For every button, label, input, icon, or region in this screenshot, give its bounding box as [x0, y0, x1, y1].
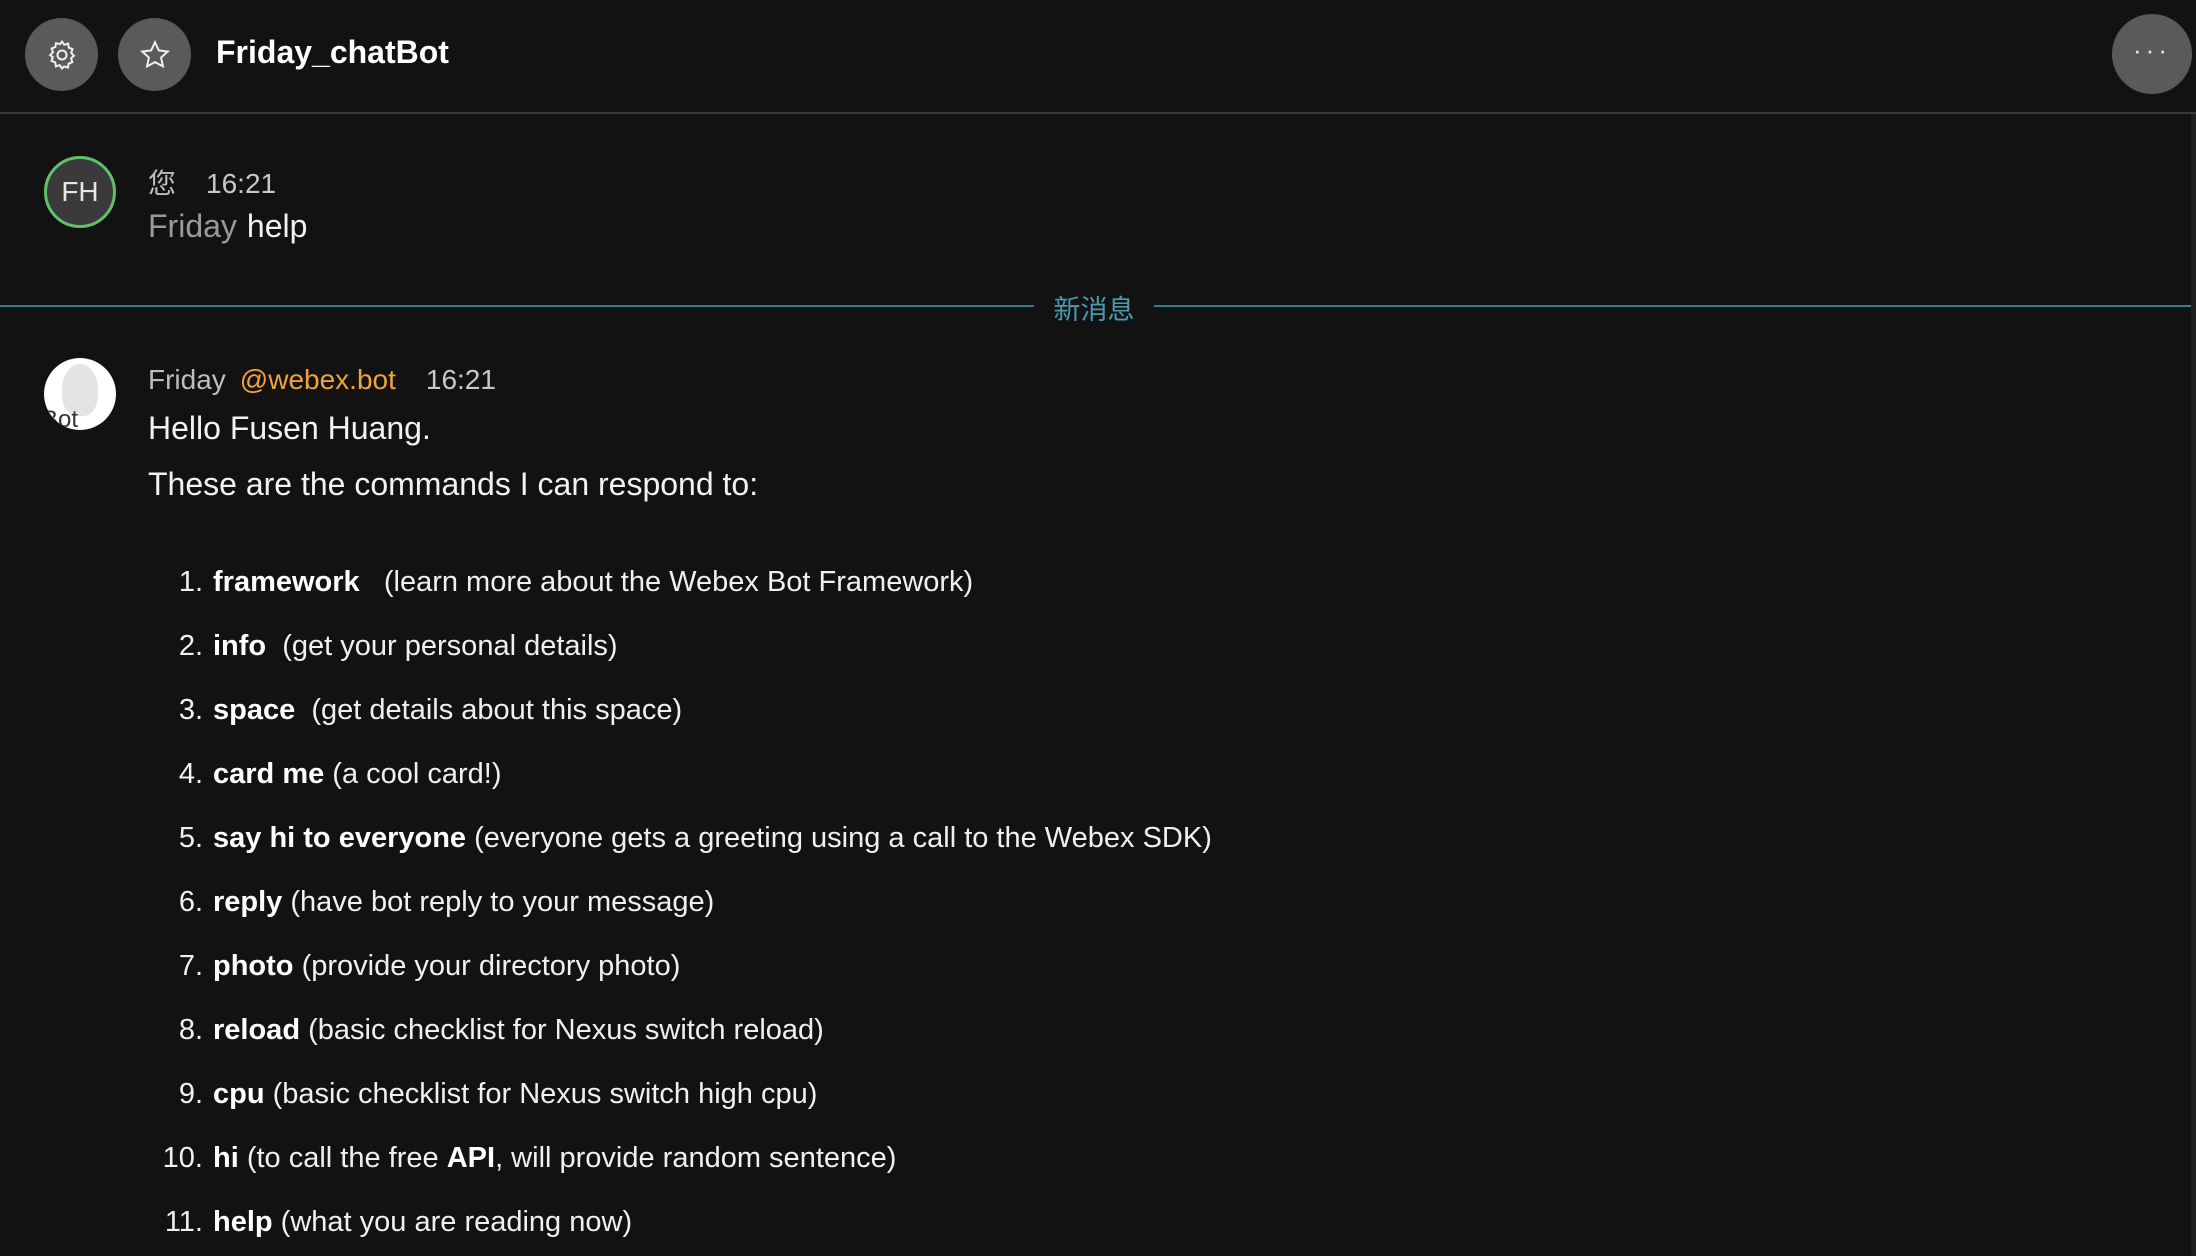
list-number: 1. — [178, 565, 203, 598]
list-number: 2. — [178, 629, 203, 662]
list-item: 10. hi (to call the free API, will provid… — [148, 1126, 1748, 1190]
command-description: (a cool card!) — [324, 757, 502, 790]
more-icon: ··· — [2133, 35, 2171, 65]
message-body: Friday help — [148, 208, 307, 245]
new-messages-divider-right — [1154, 305, 2191, 307]
message-meta: 您 16:21 — [148, 162, 276, 202]
command-description: (learn more about the Webex Bot Framewor… — [359, 565, 974, 598]
favorite-button[interactable] — [118, 18, 191, 91]
list-number: 5. — [178, 821, 203, 854]
list-item: 4. card me (a cool card!) — [148, 742, 1748, 806]
list-item: 6. reply (have bot reply to your message) — [148, 870, 1748, 934]
command-name: hi — [213, 1141, 239, 1174]
list-number: 6. — [178, 885, 203, 918]
command-name: framework — [213, 565, 360, 598]
command-name: reply — [213, 885, 283, 918]
command-description-bold: API — [446, 1141, 496, 1174]
command-name: cpu — [213, 1077, 265, 1110]
message-greeting: Hello Fusen Huang. — [148, 410, 431, 446]
command-description: (get your personal details) — [266, 629, 618, 662]
command-list: 1. framework (learn more about the Webex … — [148, 550, 1748, 1254]
avatar-user[interactable]: FH — [44, 156, 116, 228]
list-number: 7. — [178, 949, 203, 982]
command-description: (get details about this space) — [295, 693, 683, 726]
list-number: 3. — [178, 693, 203, 726]
list-item: 2. info (get your personal details) — [148, 614, 1748, 678]
command-name: info — [213, 629, 267, 662]
command-name: say hi to everyone — [213, 821, 467, 854]
list-item: 8. reload (basic checklist for Nexus swit… — [148, 998, 1748, 1062]
command-name: card me — [213, 757, 325, 790]
gear-icon — [48, 39, 75, 70]
list-item: 7. photo (provide your directory photo) — [148, 934, 1748, 998]
command-description: (everyone gets a greeting using a call t… — [466, 821, 1212, 854]
command-description: (basic checklist for Nexus switch reload… — [300, 1013, 824, 1046]
message-text: help — [246, 208, 308, 244]
settings-button[interactable] — [25, 18, 98, 91]
list-number: 9. — [178, 1077, 203, 1110]
more-options-button[interactable]: ··· — [2112, 14, 2192, 94]
mention-tag[interactable]: Friday — [148, 208, 237, 244]
sender-domain: @webex.bot — [239, 364, 396, 395]
message-time: 16:21 — [206, 168, 277, 199]
command-description: (have bot reply to your message) — [282, 885, 715, 918]
command-name: photo — [213, 949, 294, 982]
scrollbar[interactable] — [2191, 114, 2196, 1256]
space-title: Friday_chatBot — [216, 34, 449, 70]
avatar-bot[interactable]: Bot — [44, 358, 116, 430]
command-description: (to call the free — [238, 1141, 447, 1174]
list-item: 5. say hi to everyone (everyone gets a gr… — [148, 806, 1748, 870]
list-item: 11. help (what you are reading now) — [148, 1190, 1748, 1254]
list-number: 4. — [178, 757, 203, 790]
message-intro: These are the commands I can respond to: — [148, 466, 759, 502]
message-meta: Friday @webex.bot 16:21 — [148, 364, 496, 396]
list-number: 11. — [164, 1205, 203, 1238]
new-messages-label: 新消息 — [1053, 295, 1135, 325]
avatar-initials: FH — [61, 176, 99, 207]
command-description: (basic checklist for Nexus switch high c… — [264, 1077, 818, 1110]
list-number: 10. — [162, 1141, 203, 1174]
command-name: help — [213, 1205, 273, 1238]
new-messages-divider-left — [0, 305, 1034, 307]
avatar-bot-label: Bot — [44, 406, 79, 431]
list-number: 8. — [178, 1013, 203, 1046]
message-time: 16:21 — [425, 364, 496, 395]
sender-name: Friday — [148, 364, 226, 395]
star-icon — [139, 39, 170, 68]
command-description: (provide your directory photo) — [293, 949, 681, 982]
list-item: 9. cpu (basic checklist for Nexus switch … — [148, 1062, 1748, 1126]
sender-name: 您 — [148, 168, 177, 199]
space-header: Friday_chatBot ··· — [0, 0, 2196, 114]
command-description: (what you are reading now) — [272, 1205, 633, 1238]
command-name: space — [213, 693, 296, 726]
command-name: reload — [213, 1013, 301, 1046]
command-description: , will provide random sentence) — [495, 1141, 897, 1174]
list-item: 1. framework (learn more about the Webex … — [148, 550, 1748, 614]
list-item: 3. space (get details about this space) — [148, 678, 1748, 742]
